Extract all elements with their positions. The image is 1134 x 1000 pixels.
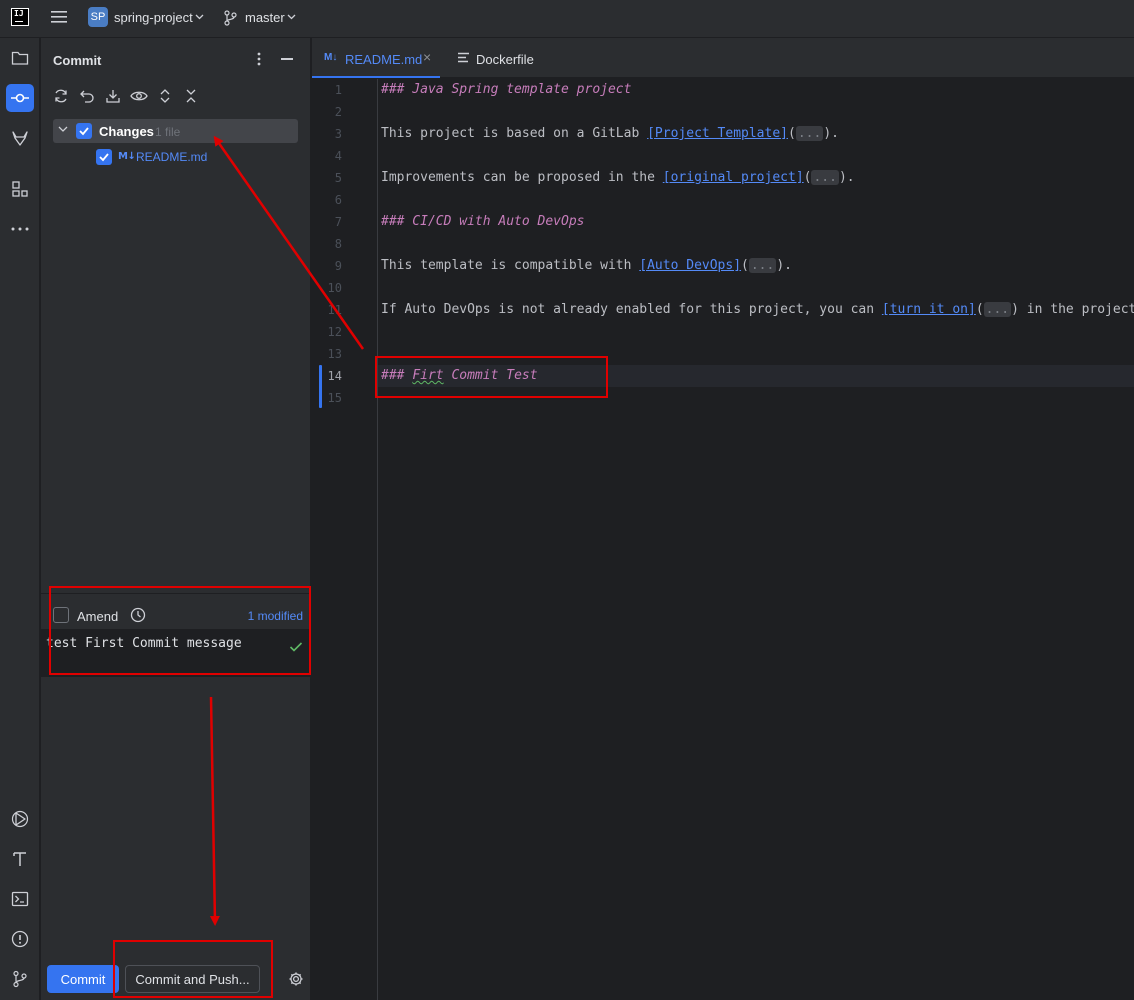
file-checkbox[interactable] — [96, 149, 112, 165]
code-token: ) in the project — [1011, 302, 1134, 317]
folder-icon[interactable] — [6, 44, 34, 72]
git-icon[interactable] — [6, 965, 34, 993]
project-name[interactable]: spring-project — [114, 10, 193, 25]
minimize-icon[interactable] — [281, 58, 293, 60]
collapse-all-icon[interactable] — [184, 88, 198, 104]
expand-all-icon[interactable] — [158, 88, 172, 104]
code-token: ### Java Spring template project — [381, 82, 632, 97]
structure-icon[interactable] — [6, 175, 34, 203]
markdown-icon: M↓ — [324, 52, 338, 63]
file-name[interactable]: README.md — [136, 150, 207, 164]
code-token: ( — [975, 302, 984, 317]
annotation-box-commit-push — [113, 940, 273, 998]
line-number: 7 — [334, 215, 342, 229]
terminal-icon[interactable] — [6, 885, 34, 913]
code-line[interactable]: If Auto DevOps is not already enabled fo… — [381, 302, 1134, 317]
problems-icon[interactable] — [6, 925, 34, 953]
gear-icon[interactable] — [288, 971, 304, 987]
code-line[interactable]: This project is based on a GitLab [Proje… — [381, 126, 839, 141]
more-tools-icon[interactable] — [6, 215, 34, 243]
chevron-down-icon[interactable] — [287, 14, 296, 20]
more-options-icon[interactable] — [257, 52, 261, 66]
code-token: If Auto DevOps is not already enabled fo… — [381, 302, 882, 317]
chevron-down-icon[interactable] — [195, 14, 204, 20]
code-token: ( — [788, 126, 796, 141]
commit-button[interactable]: Commit — [47, 965, 119, 993]
markdown-link[interactable]: [Auto DevOps] — [639, 258, 741, 273]
code-token: ). — [823, 126, 839, 141]
code-token: ). — [838, 170, 855, 185]
changes-count: 1 file — [155, 125, 181, 139]
line-number: 10 — [327, 281, 342, 295]
line-number: 5 — [334, 171, 342, 185]
line-number: 9 — [334, 259, 342, 273]
line-number: 15 — [327, 391, 342, 405]
markdown-link[interactable]: [original project] — [663, 170, 804, 185]
chevron-down-icon[interactable] — [58, 126, 68, 132]
line-number-gutter: 1 2 3 4 5 6 7 8 9 10 11 12 13 14 15 — [312, 79, 378, 1000]
line-number: 6 — [334, 193, 342, 207]
code-token: Improvements can be proposed in the — [381, 170, 663, 185]
code-line[interactable]: Improvements can be proposed in the [ori… — [381, 170, 855, 185]
changes-label: Changes — [99, 124, 154, 139]
markdown-link[interactable]: [Project Template] — [647, 126, 788, 141]
code-token: ### CI/CD with Auto DevOps — [381, 214, 585, 229]
folded-url[interactable]: ... — [811, 170, 839, 185]
annotation-box-commit-message — [49, 586, 311, 675]
changes-checkbox[interactable] — [76, 123, 92, 139]
refresh-icon[interactable] — [53, 88, 69, 104]
code-editor[interactable]: 1 2 3 4 5 6 7 8 9 10 11 12 13 14 15 ### Java Spring te… — [312, 79, 1134, 1000]
tab-dockerfile[interactable]: Dockerfile — [440, 38, 550, 78]
editor-tab-bar: M↓ README.md × Dockerfile — [312, 38, 1134, 78]
commit-icon[interactable] — [6, 84, 34, 112]
branch-name[interactable]: master — [245, 10, 285, 25]
update-download-icon[interactable] — [105, 88, 121, 104]
commit-tool-window: Commit Changes 1 file M↓ README.md Amend… — [41, 38, 311, 1000]
markdown-link[interactable]: [turn it on] — [882, 302, 976, 317]
folded-url[interactable]: ... — [748, 258, 777, 273]
tool-window-strip — [0, 38, 40, 1000]
show-diff-eye-icon[interactable] — [130, 88, 148, 104]
line-number: 2 — [334, 105, 342, 119]
folded-url[interactable]: ... — [983, 302, 1012, 317]
markdown-icon: M↓ — [118, 151, 136, 162]
build-hammer-icon[interactable] — [6, 845, 34, 873]
rollback-icon[interactable] — [79, 88, 95, 104]
intellij-logo-icon[interactable]: IJ — [11, 8, 29, 26]
code-token: This template is compatible with — [381, 258, 640, 273]
line-number: 12 — [327, 325, 342, 339]
dockerfile-icon — [457, 52, 470, 63]
tab-label[interactable]: Dockerfile — [476, 52, 534, 67]
project-badge[interactable]: SP — [88, 7, 108, 27]
code-token: ). — [776, 258, 792, 273]
tab-readme[interactable]: M↓ README.md × — [312, 38, 440, 78]
main-menu-icon[interactable] — [50, 9, 68, 25]
code-line[interactable]: ### Java Spring template project — [381, 82, 631, 97]
code-line[interactable]: ### CI/CD with Auto DevOps — [381, 214, 585, 229]
code-token: ( — [741, 258, 749, 273]
folded-url[interactable]: ... — [795, 126, 824, 141]
line-number: 1 — [334, 83, 342, 97]
line-number: 13 — [327, 347, 342, 361]
code-token: This project is based on a GitLab — [381, 126, 648, 141]
panel-title: Commit — [53, 53, 102, 68]
run-icon[interactable] — [6, 805, 34, 833]
line-number: 14 — [327, 369, 342, 383]
code-line[interactable]: This template is compatible with [Auto D… — [381, 258, 792, 273]
vcs-change-marker[interactable] — [319, 365, 322, 408]
close-icon[interactable]: × — [423, 49, 431, 65]
gitlab-icon[interactable] — [6, 124, 34, 152]
line-number: 3 — [334, 127, 342, 141]
annotation-box-edited-line — [375, 356, 608, 398]
git-branch-icon[interactable] — [223, 10, 237, 26]
line-number: 4 — [334, 149, 342, 163]
line-number: 8 — [334, 237, 342, 251]
title-bar: IJ SP spring-project master — [0, 0, 1134, 38]
line-number: 11 — [327, 303, 342, 317]
changes-group-row[interactable]: Changes 1 file — [53, 119, 298, 143]
tab-label[interactable]: README.md — [345, 52, 422, 67]
